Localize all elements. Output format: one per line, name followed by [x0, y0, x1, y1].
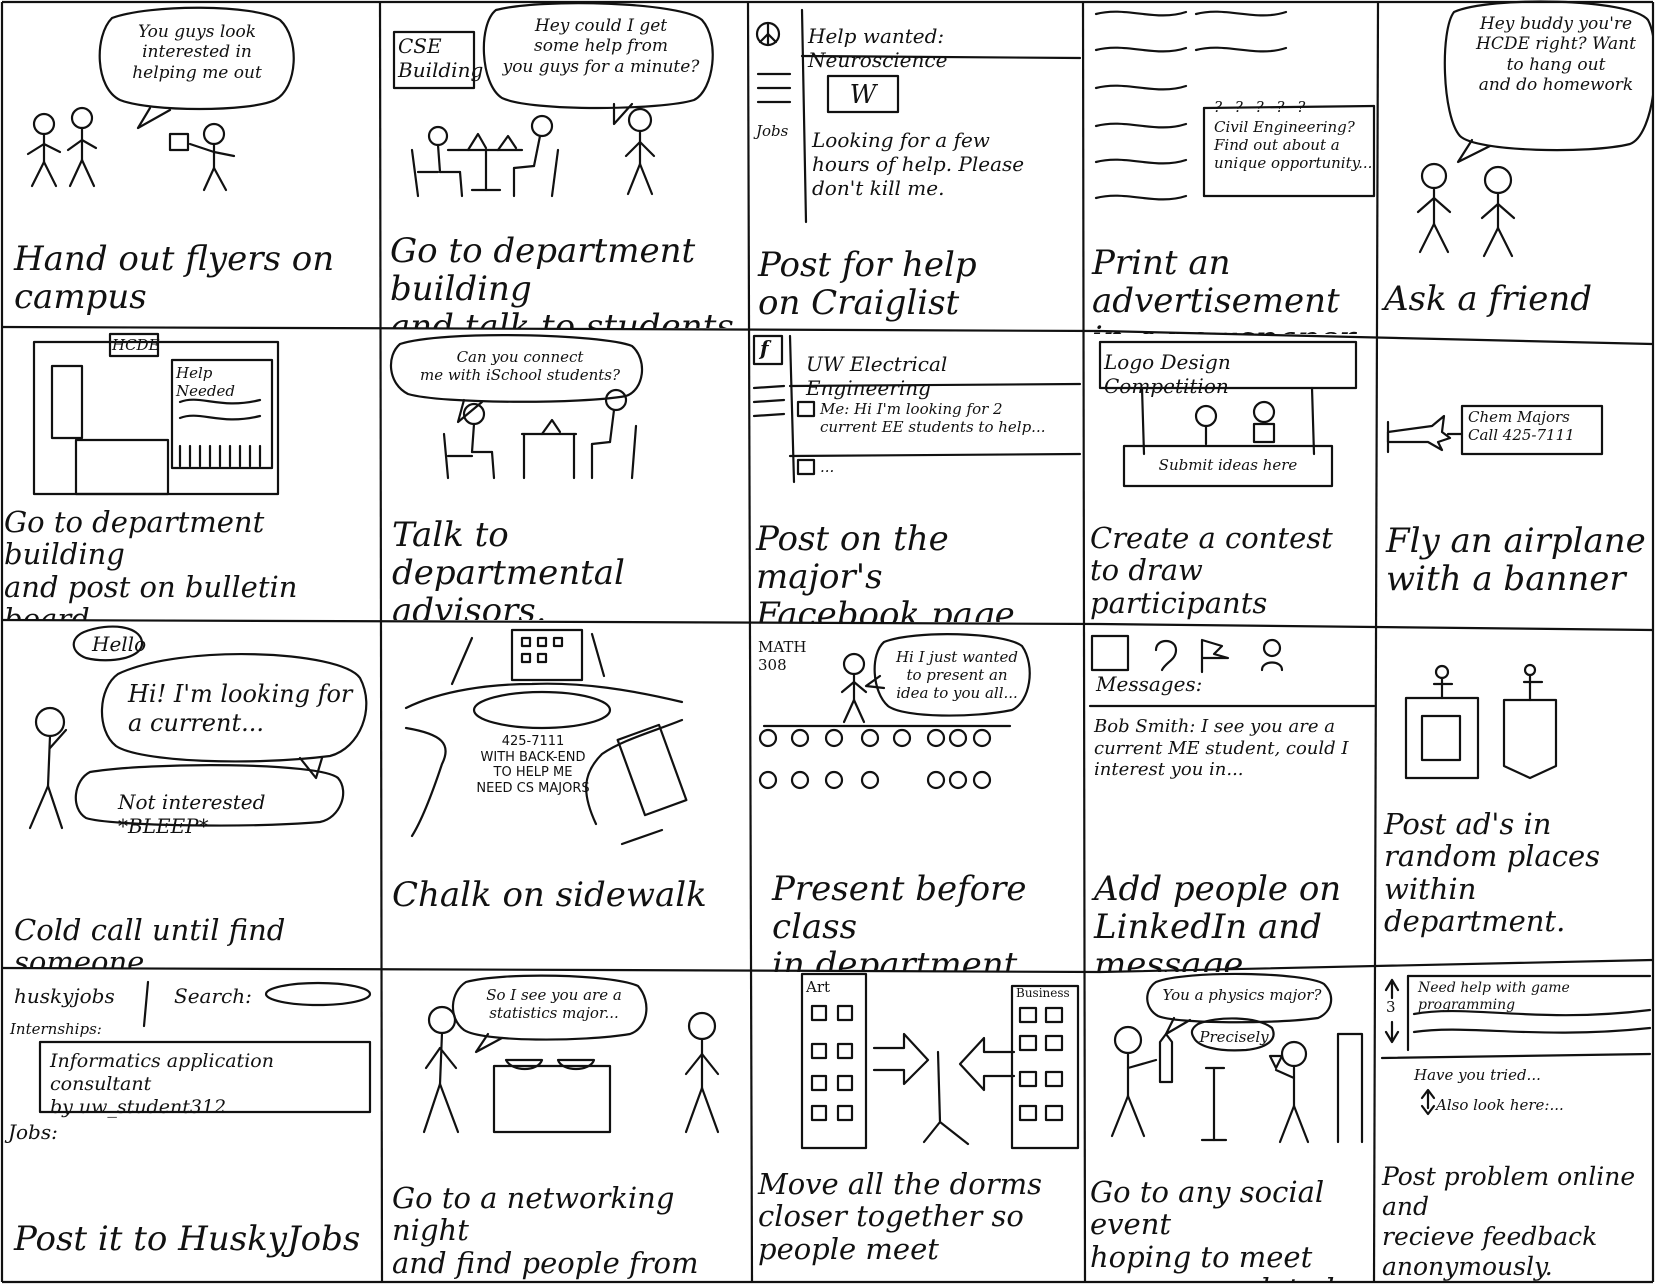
panel-caption: Print an advertisement in a newspaper: [1092, 243, 1355, 334]
internships-label: Internships:: [10, 1020, 102, 1038]
panel-present-class: MATH 308 Hi I just wanted to present an …: [754, 626, 1084, 972]
panel-move-dorms: Art Business Move all the dorms closer t…: [754, 972, 1084, 1282]
jobs-label: Jobs:: [8, 1120, 58, 1144]
panel-huskyjobs: huskyjobs Search: Internships: Informati…: [0, 970, 380, 1282]
classroom-number: MATH 308: [758, 638, 807, 674]
friend-speech-bubble: Hey buddy you're HCDE right? Want to han…: [1476, 14, 1636, 96]
panel-cold-call: Hello Hi! I'm looking for a current... N…: [0, 622, 380, 968]
panel-caption: Go to a networking night and find people…: [392, 1181, 699, 1282]
forum-answer-1: Have you tried...: [1414, 1066, 1541, 1084]
panel-caption: Post it to HuskyJobs: [14, 1219, 361, 1259]
search-label: Search:: [174, 984, 252, 1008]
panel-caption: Add people on LinkedIn and message: [1094, 869, 1342, 972]
panel-social-event: You a physics major? Precisely Go to any…: [1086, 972, 1376, 1282]
messages-label: Messages:: [1096, 672, 1203, 696]
panel-networking-night: So I see you are a statistics major... G…: [382, 972, 748, 1282]
panel-caption: Create a contest to draw participants: [1090, 521, 1333, 620]
contest-banner: Logo Design Competition: [1104, 350, 1231, 398]
campus-sidewalk-drawing: [404, 628, 688, 846]
presentation-speech-bubble: Hi I just wanted to present an idea to y…: [895, 648, 1019, 702]
jobs-sidebar-label: Jobs: [756, 122, 789, 140]
panel-facebook: f UW Electrical Engineering Me: Hi I'm l…: [750, 332, 1084, 622]
panel-hand-out-flyers: You guys look interested in helping me o…: [0, 0, 380, 328]
huskyjobs-logo: huskyjobs: [14, 984, 115, 1008]
panel-caption: Go to department building and talk to st…: [390, 231, 734, 328]
panel-random-ads: Post ad's in random places within depart…: [1380, 632, 1654, 962]
craigslist-body: Looking for a few hours of help. Please …: [812, 128, 1025, 200]
storyboard-sheet: You guys look interested in helping me o…: [0, 0, 1655, 1284]
panel-airplane-banner: Chem Majors Call 425-7111 Fly an airplan…: [1380, 346, 1654, 630]
panel-craigslist: Jobs Help wanted: Neuroscience W Looking…: [750, 0, 1084, 330]
panel-caption: Fly an airplane with a banner: [1386, 521, 1646, 600]
department-speech-bubble: Hey could I get some help from you guys …: [502, 16, 700, 77]
panel-caption: Ask a friend: [1384, 279, 1592, 319]
social-speech-bubble: You a physics major?: [1162, 986, 1322, 1004]
panel-caption: Post problem online and recieve feedback…: [1382, 1162, 1636, 1281]
facebook-more-posts: ...: [820, 458, 835, 476]
panel-contest: Logo Design Competition Submit ideas her…: [1086, 334, 1376, 624]
panel-caption: Chalk on sidewalk: [392, 875, 707, 915]
newspaper-ad-text: Civil Engineering? Find out about a uniq…: [1214, 118, 1373, 172]
linkedin-message: Bob Smith: I see you are a current ME st…: [1094, 716, 1349, 781]
panel-chalk-sidewalk: 425-7111 WITH BACK-END TO HELP ME NEED C…: [382, 624, 748, 970]
department-sign: HCDE: [112, 336, 160, 354]
forum-question: Need help with game programming: [1418, 980, 1570, 1013]
cold-call-reply: Not interested *BLEEP*: [118, 790, 266, 838]
panel-post-online: Need help with game programming 3 Have y…: [1378, 962, 1654, 1282]
panel-caption: Move all the dorms closer together so pe…: [758, 1167, 1042, 1266]
panel-caption: Present before class in department: [772, 869, 1027, 972]
panel-ask-friend: Hey buddy you're HCDE right? Want to han…: [1380, 0, 1654, 344]
art-building-label: Art: [806, 978, 831, 996]
uw-logo: W: [849, 80, 877, 110]
panel-advisors: Can you connect me with iSchool students…: [382, 330, 748, 620]
cold-call-speech-bubble: Hi! I'm looking for a current...: [128, 680, 353, 737]
facebook-icon: f: [760, 336, 769, 360]
panel-caption: Talk to departmental advisors.: [392, 515, 625, 620]
panel-caption: Post ad's in random places within depart…: [1384, 807, 1600, 939]
flyer-speech-bubble: You guys look interested in helping me o…: [132, 22, 262, 83]
facebook-post: Me: Hi I'm looking for 2 current EE stud…: [820, 400, 1046, 436]
panel-newspaper: ? ? ? ? ? Civil Engineering? Find out ab…: [1086, 0, 1376, 334]
business-building-label: Business: [1016, 986, 1070, 1000]
advisor-speech-bubble: Can you connect me with iSchool students…: [419, 348, 621, 384]
hello-bubble: Hello: [92, 632, 147, 656]
panel-caption: Post for help on Craiglist: [758, 245, 977, 324]
internship-listing: Informatics application consultant by uw…: [50, 1050, 274, 1118]
panel-caption: Hand out flyers on campus: [14, 239, 335, 318]
chalk-message: 425-7111 WITH BACK-END TO HELP ME NEED C…: [476, 734, 590, 796]
panel-bulletin-board: HCDE Help Needed Go to department buildi…: [0, 330, 380, 620]
airplane-banner-text: Chem Majors Call 425-7111: [1468, 408, 1575, 444]
panel-caption: Cold call until find someone: [14, 913, 286, 968]
craigslist-header: Help wanted: Neuroscience: [808, 24, 948, 72]
vote-count: 3: [1386, 998, 1396, 1016]
panel-caption: Post on the major's Facebook page: [756, 519, 1015, 622]
panel-caption: Go to any social event hoping to meet so…: [1090, 1175, 1335, 1282]
social-reply-bubble: Precisely: [1199, 1028, 1269, 1046]
facebook-group-name: UW Electrical Engineering: [806, 352, 948, 400]
panel-department-students: CSE Building Hey could I get some help f…: [382, 0, 748, 328]
question-marks: ? ? ? ? ?: [1214, 98, 1310, 116]
panel-linkedin: Messages: Bob Smith: I see you are a cur…: [1086, 626, 1376, 972]
bulletin-board-title: Help Needed: [176, 364, 235, 400]
building-sign: CSE Building: [398, 34, 484, 82]
contest-booth-sign: Submit ideas here: [1158, 456, 1298, 474]
forum-answer-2: Also look here:...: [1436, 1096, 1564, 1114]
panel-caption: Go to department building and post on bu…: [4, 505, 298, 620]
networking-speech-bubble: So I see you are a statistics major...: [486, 986, 622, 1022]
